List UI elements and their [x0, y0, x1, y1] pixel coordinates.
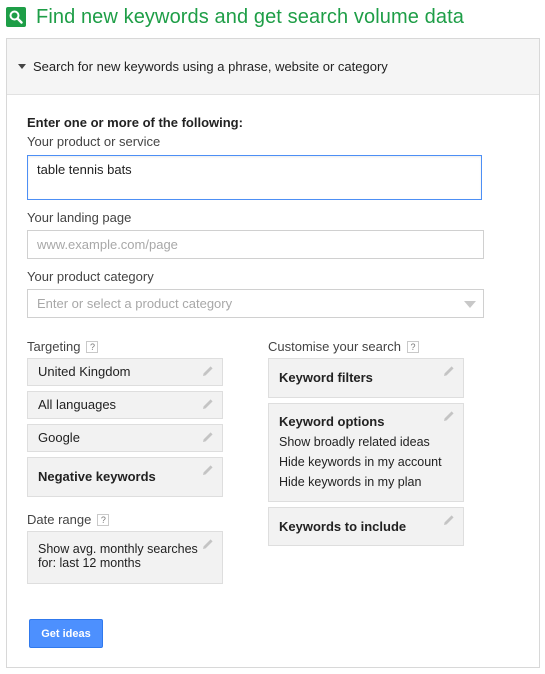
product-label: Your product or service [27, 134, 161, 149]
keyword-option: Hide keywords in my account [279, 455, 442, 469]
panel-toggle[interactable]: Search for new keywords using a phrase, … [7, 39, 539, 95]
category-select[interactable]: Enter or select a product category [27, 289, 484, 318]
keyword-options-title: Keyword options [279, 414, 385, 429]
targeting-label: Targeting [27, 339, 81, 354]
date-range-label: Date range [27, 512, 92, 527]
landing-page-input[interactable]: www.example.com/page [27, 230, 484, 259]
dropdown-arrow-icon [464, 301, 476, 308]
product-input[interactable]: table tennis bats [27, 155, 482, 200]
landing-page-label: Your landing page [27, 210, 132, 225]
keyword-option: Show broadly related ideas [279, 435, 430, 449]
location-value: United Kingdom [38, 364, 131, 379]
customise-header: Customise your search? [268, 339, 419, 354]
keywords-to-include[interactable]: Keywords to include [268, 507, 464, 546]
help-icon[interactable]: ? [406, 341, 419, 353]
category-label: Your product category [27, 269, 154, 284]
pencil-icon [444, 515, 454, 525]
help-icon[interactable]: ? [86, 341, 99, 353]
pencil-icon [203, 539, 213, 549]
help-icon[interactable]: ? [97, 514, 110, 526]
date-range-selector[interactable]: Show avg. monthly searches for: last 12 … [27, 531, 223, 584]
pencil-icon [203, 432, 213, 442]
targeting-header: Targeting? [27, 339, 99, 354]
customise-label: Customise your search [268, 339, 401, 354]
pencil-icon [444, 411, 454, 421]
pencil-icon [203, 366, 213, 376]
keyword-filters-label: Keyword filters [279, 370, 373, 385]
date-range-line2: for: last 12 months [38, 556, 141, 570]
get-ideas-button[interactable]: Get ideas [29, 619, 103, 648]
keyword-options[interactable]: Keyword options Show broadly related ide… [268, 403, 464, 502]
language-value: All languages [38, 397, 117, 412]
keyword-filters[interactable]: Keyword filters [268, 358, 464, 398]
negative-keywords-label: Negative keywords [38, 469, 156, 484]
targeting-language[interactable]: All languages [27, 391, 223, 419]
targeting-network[interactable]: Google [27, 424, 223, 452]
panel-title: Search for new keywords using a phrase, … [33, 59, 388, 74]
date-range-line1: Show avg. monthly searches [38, 542, 198, 556]
keywords-to-include-label: Keywords to include [279, 519, 407, 534]
caret-down-icon [18, 64, 26, 69]
pencil-icon [203, 465, 213, 475]
keyword-option: Hide keywords in my plan [279, 475, 422, 489]
date-range-header: Date range? [27, 512, 110, 527]
pencil-icon [203, 399, 213, 409]
network-value: Google [38, 430, 80, 445]
targeting-location[interactable]: United Kingdom [27, 358, 223, 386]
category-placeholder: Enter or select a product category [37, 296, 233, 311]
form-intro: Enter one or more of the following: [27, 115, 243, 130]
page-title: Find new keywords and get search volume … [36, 5, 464, 28]
pencil-icon [444, 366, 454, 376]
search-icon [6, 7, 26, 27]
targeting-negative-keywords[interactable]: Negative keywords [27, 457, 223, 497]
page-header: Find new keywords and get search volume … [6, 4, 464, 30]
